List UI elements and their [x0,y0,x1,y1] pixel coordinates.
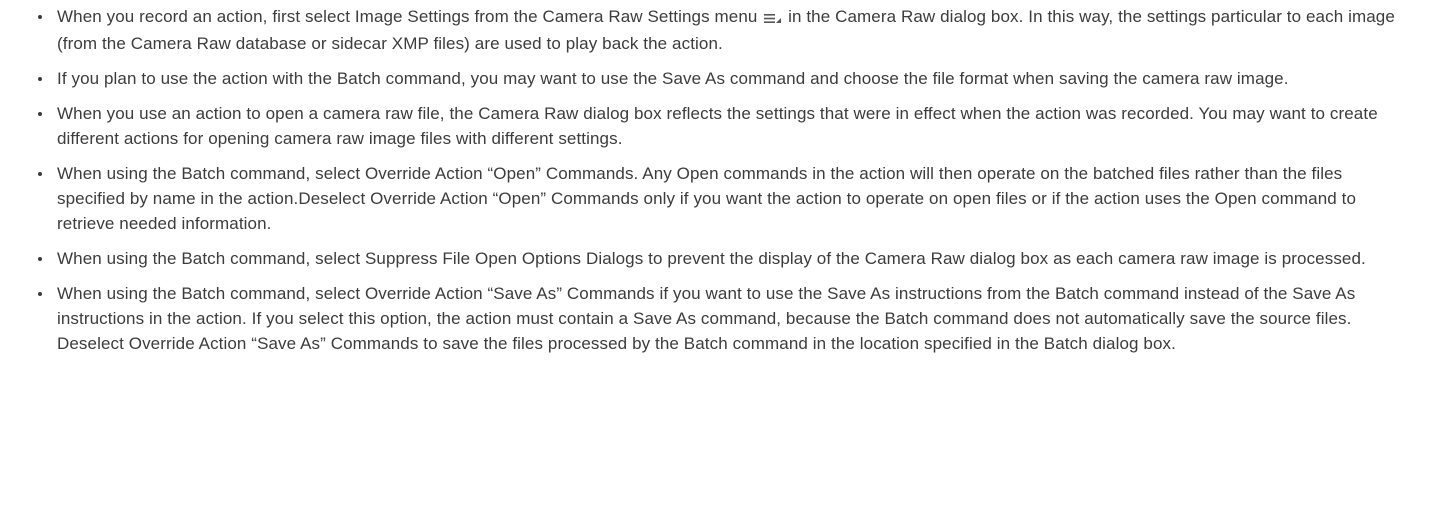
bullet-suppress-dialogs: When using the Batch command, select Sup… [30,246,1409,271]
tips-bullet-list: When you record an action, first select … [30,4,1409,356]
bullet-override-save-as: When using the Batch command, select Ove… [30,281,1409,356]
bullet-batch-save-as: If you plan to use the action with the B… [30,66,1409,91]
camera-raw-settings-menu-icon [763,6,782,31]
bullet-open-camera-raw: When you use an action to open a camera … [30,101,1409,151]
bullet-text-part-1: When you record an action, first select … [57,7,763,26]
bullet-image-settings: When you record an action, first select … [30,4,1409,56]
bullet-override-open: When using the Batch command, select Ove… [30,161,1409,236]
document-body: When you record an action, first select … [0,4,1429,519]
